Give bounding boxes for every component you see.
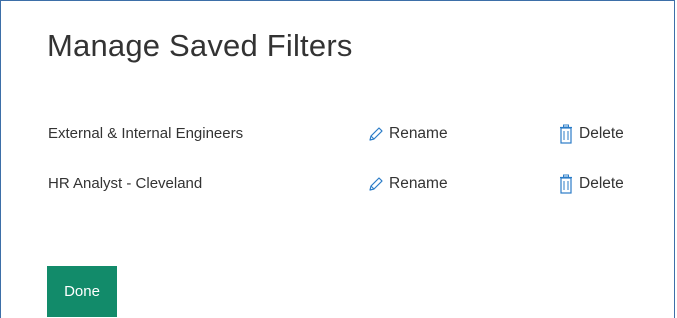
pencil-icon: [367, 126, 384, 143]
filter-row: HR Analyst - Cleveland Rename Delete: [1, 169, 676, 199]
dialog-title: Manage Saved Filters: [47, 28, 353, 63]
trash-icon: [558, 124, 574, 145]
rename-button[interactable]: Rename: [367, 171, 448, 197]
delete-label: Delete: [579, 125, 624, 142]
rename-button[interactable]: Rename: [367, 121, 448, 147]
delete-button[interactable]: Delete: [558, 121, 624, 147]
pencil-icon: [367, 176, 384, 193]
manage-saved-filters-dialog: Manage Saved Filters External & Internal…: [0, 0, 675, 318]
rename-label: Rename: [389, 125, 448, 142]
done-button[interactable]: Done: [47, 266, 117, 317]
filter-name: HR Analyst - Cleveland: [48, 175, 203, 192]
filter-name: External & Internal Engineers: [48, 125, 244, 142]
trash-icon: [558, 174, 574, 195]
filter-row: External & Internal Engineers Rename Del…: [1, 119, 676, 149]
delete-label: Delete: [579, 175, 624, 192]
rename-label: Rename: [389, 175, 448, 192]
delete-button[interactable]: Delete: [558, 171, 624, 197]
